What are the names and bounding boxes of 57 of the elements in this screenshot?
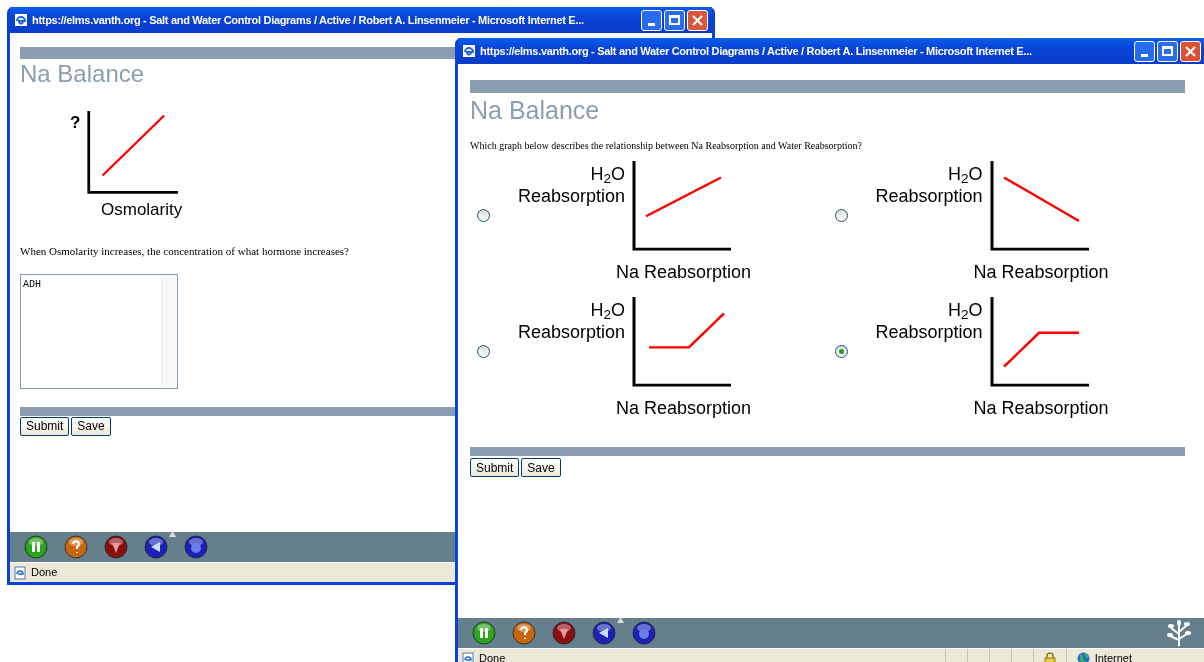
question-text: Which graph below describes the relationship between Na Reabsorption and Water Reabsorption?: [470, 139, 862, 153]
radio-button[interactable]: [477, 209, 490, 222]
back-icon[interactable]: [592, 621, 616, 645]
stop-icon[interactable]: [632, 621, 656, 645]
axis-label: H$_{2}$O: [948, 163, 983, 185]
stop-icon[interactable]: [184, 535, 208, 559]
axis-label: Reabsorption: [518, 185, 626, 207]
maximize-button[interactable]: [1157, 40, 1178, 62]
window-title: https://elms.vanth.org - Salt and Water Control Diagrams / Active / Robert A. Linsenmeier - Microsoft Internet E...: [32, 12, 585, 28]
triangle-icon: [169, 531, 176, 537]
radio-button[interactable]: [834, 209, 848, 222]
submit-button[interactable]: Submit: [20, 416, 70, 436]
triangle-icon: [617, 617, 624, 623]
radio-button[interactable]: [834, 345, 848, 358]
submit-button[interactable]: Submit: [470, 458, 520, 477]
pause-icon[interactable]: [24, 535, 48, 559]
back-icon[interactable]: [144, 535, 168, 559]
window-title: https://elms.vanth.org - Salt and Water Control Diagrams / Active / Robert A. Linsenmeier - Microsoft Internet E...: [480, 43, 1033, 59]
axis-label: H$_{2}$O: [948, 299, 983, 321]
question-text: When Osmolarity increases, the concentration of what hormone increases?: [20, 244, 349, 259]
browser-icon: [14, 13, 28, 27]
axis-label: H$_{2}$O: [590, 163, 626, 185]
close-button[interactable]: [1180, 40, 1201, 62]
axis-label: Na Reabsorption: [973, 261, 1109, 283]
axis-label: ?: [70, 114, 81, 131]
scrollbar[interactable]: [161, 274, 177, 388]
plant-logo-icon: [1167, 620, 1191, 646]
page-heading: Na Balance: [470, 95, 600, 126]
lock-icon: [1043, 651, 1056, 662]
radio-button[interactable]: [477, 345, 490, 358]
page-heading: Na Balance: [20, 59, 145, 89]
browser-icon: [462, 44, 476, 58]
axis-label: H$_{2}$O: [590, 299, 626, 321]
minimize-button[interactable]: [641, 9, 662, 31]
help-icon[interactable]: [64, 535, 88, 559]
zone-text: Internet: [1094, 651, 1132, 662]
minimize-button[interactable]: [1134, 40, 1155, 62]
close-icon: [692, 14, 703, 26]
axis-label: Reabsorption: [518, 321, 626, 343]
close-button[interactable]: [687, 9, 708, 31]
save-button[interactable]: Save: [521, 458, 561, 477]
maximize-button[interactable]: [664, 9, 685, 31]
status-text: Done: [31, 565, 58, 581]
axis-label: Reabsorption: [875, 321, 983, 343]
answer-textarea[interactable]: ADH: [20, 273, 178, 389]
save-button[interactable]: Save: [71, 416, 111, 436]
axis-label: Na Reabsorption: [616, 261, 752, 283]
globe-icon: [1076, 652, 1090, 662]
status-text: Done: [479, 651, 506, 662]
answer-text: ADH: [23, 278, 41, 290]
close-icon: [1185, 45, 1196, 57]
help-icon[interactable]: [512, 621, 536, 645]
axis-label: Osmolarity: [101, 199, 183, 221]
axis-label: Reabsorption: [875, 185, 983, 207]
axis-label: Na Reabsorption: [616, 397, 752, 419]
axis-label: Na Reabsorption: [973, 397, 1109, 419]
pause-icon[interactable]: [472, 621, 496, 645]
